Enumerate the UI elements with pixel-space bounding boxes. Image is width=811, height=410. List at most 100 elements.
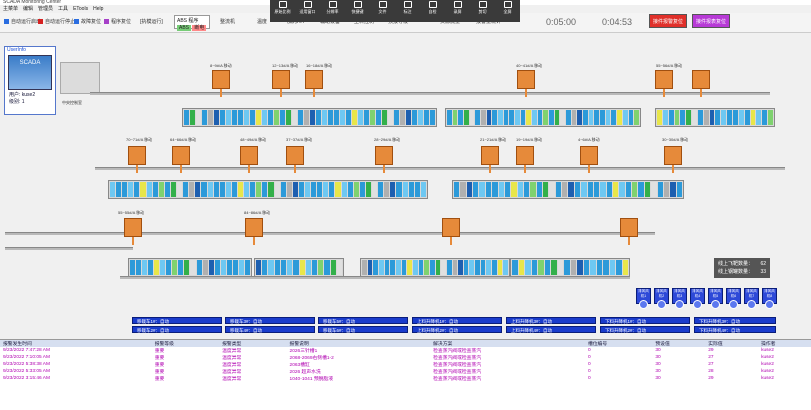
- tank-cell[interactable]: [577, 260, 583, 275]
- tank-cell[interactable]: [346, 110, 351, 125]
- tank-cell[interactable]: [619, 182, 625, 197]
- tank-cell[interactable]: [274, 182, 280, 197]
- tank-cell[interactable]: [134, 182, 140, 197]
- tank-cell[interactable]: [400, 110, 405, 125]
- tank-cell[interactable]: [638, 182, 644, 197]
- tank-cell[interactable]: [609, 260, 615, 275]
- tank-cell[interactable]: [388, 110, 393, 125]
- tank-cell[interactable]: [280, 110, 285, 125]
- tank-cell[interactable]: [460, 182, 466, 197]
- capture-tool-9[interactable]: 全屏: [498, 1, 518, 15]
- tank-cell[interactable]: [622, 110, 628, 125]
- tank-cell[interactable]: [566, 110, 571, 125]
- tank-cell[interactable]: [571, 110, 577, 125]
- tank-cell[interactable]: [492, 110, 498, 125]
- tank-cell[interactable]: [232, 260, 238, 275]
- tank-cell[interactable]: [353, 182, 359, 197]
- crane[interactable]: [692, 70, 710, 97]
- tank-cell[interactable]: [359, 182, 365, 197]
- tank-cell[interactable]: [164, 182, 170, 197]
- tank-cell[interactable]: [262, 182, 268, 197]
- tank-cell[interactable]: [160, 260, 166, 275]
- tank-cell[interactable]: [202, 110, 207, 125]
- tank-cell[interactable]: [744, 110, 750, 125]
- tank-cell[interactable]: [674, 110, 680, 125]
- tank-cell[interactable]: [184, 110, 189, 125]
- tank-cell[interactable]: [587, 182, 593, 197]
- tank-cell[interactable]: [335, 182, 341, 197]
- tank-cell[interactable]: [293, 260, 299, 275]
- tank-cell[interactable]: [317, 182, 323, 197]
- tank-cell[interactable]: [146, 182, 152, 197]
- tank-cell[interactable]: [581, 182, 587, 197]
- tank-cell[interactable]: [583, 110, 588, 125]
- tank-cell[interactable]: [418, 110, 423, 125]
- tank-cell[interactable]: [196, 110, 201, 125]
- tank-cell[interactable]: [543, 182, 549, 197]
- exhaust-fan-3[interactable]: 排风风机3: [672, 288, 687, 309]
- auto-run-button[interactable]: 自动运行启动: [4, 16, 41, 27]
- tank-cell[interactable]: [341, 182, 347, 197]
- tank-cell[interactable]: [402, 182, 408, 197]
- menu-item[interactable]: 编辑: [23, 5, 33, 13]
- crane[interactable]: [655, 70, 673, 97]
- tank-cell[interactable]: [184, 260, 190, 275]
- tank-cell[interactable]: [518, 260, 524, 275]
- tank-cell[interactable]: [498, 182, 504, 197]
- tank-cell[interactable]: [549, 110, 554, 125]
- exhaust-fan-8[interactable]: 排风风机8: [762, 288, 777, 309]
- tank-cell[interactable]: [452, 110, 458, 125]
- tank-cell[interactable]: [250, 182, 256, 197]
- tank-cell[interactable]: [190, 110, 195, 125]
- tank-cell[interactable]: [676, 182, 682, 197]
- tank-cell[interactable]: [517, 182, 523, 197]
- tank-cell[interactable]: [208, 260, 214, 275]
- tank-cell[interactable]: [190, 260, 196, 275]
- tank-cell[interactable]: [136, 260, 142, 275]
- tank-cell[interactable]: [418, 260, 424, 275]
- tank-cell[interactable]: [226, 260, 232, 275]
- tank-cell[interactable]: [738, 110, 744, 125]
- tank-cell[interactable]: [768, 110, 773, 125]
- tank-cell[interactable]: [148, 260, 154, 275]
- tank-cell[interactable]: [401, 260, 407, 275]
- tank-cell[interactable]: [367, 260, 373, 275]
- tank-cell[interactable]: [588, 110, 594, 125]
- tank-cell[interactable]: [568, 182, 574, 197]
- tank-cell[interactable]: [128, 182, 134, 197]
- tank-cell[interactable]: [323, 182, 329, 197]
- tank-cell[interactable]: [286, 182, 292, 197]
- tank-cell[interactable]: [256, 110, 261, 125]
- exhaust-fan-5[interactable]: 排风风机5: [708, 288, 723, 309]
- tank-cell[interactable]: [435, 260, 441, 275]
- tank-cell[interactable]: [616, 260, 622, 275]
- column-header[interactable]: 报警说明: [286, 340, 431, 347]
- crane[interactable]: [375, 146, 393, 173]
- tank-cell[interactable]: [612, 182, 619, 197]
- tank-cell[interactable]: [452, 260, 458, 275]
- tank-cell[interactable]: [352, 110, 357, 125]
- tank-cell[interactable]: [262, 110, 267, 125]
- tank-cell[interactable]: [634, 110, 639, 125]
- crane[interactable]: [580, 146, 598, 173]
- tank-cell[interactable]: [334, 110, 339, 125]
- abs-button[interactable]: ABS: [177, 25, 192, 31]
- tank-cell[interactable]: [651, 182, 657, 197]
- tank-cell[interactable]: [544, 260, 550, 275]
- tank-cell[interactable]: [130, 260, 136, 275]
- tank-cell[interactable]: [446, 260, 452, 275]
- crane[interactable]: [212, 70, 230, 97]
- tank-cell[interactable]: [177, 182, 183, 197]
- tank-cell[interactable]: [429, 260, 435, 275]
- tank-cell[interactable]: [611, 110, 617, 125]
- tank-cell[interactable]: [531, 260, 537, 275]
- crane[interactable]: [517, 70, 535, 97]
- crane[interactable]: [172, 146, 190, 173]
- tank-cell[interactable]: [316, 110, 321, 125]
- capture-tool-0[interactable]: 原始比例: [273, 1, 293, 15]
- tank-cell[interactable]: [479, 182, 485, 197]
- tank-cell[interactable]: [420, 182, 426, 197]
- tank-cell[interactable]: [538, 260, 544, 275]
- tank-cell[interactable]: [382, 110, 387, 125]
- tank-cell[interactable]: [486, 260, 492, 275]
